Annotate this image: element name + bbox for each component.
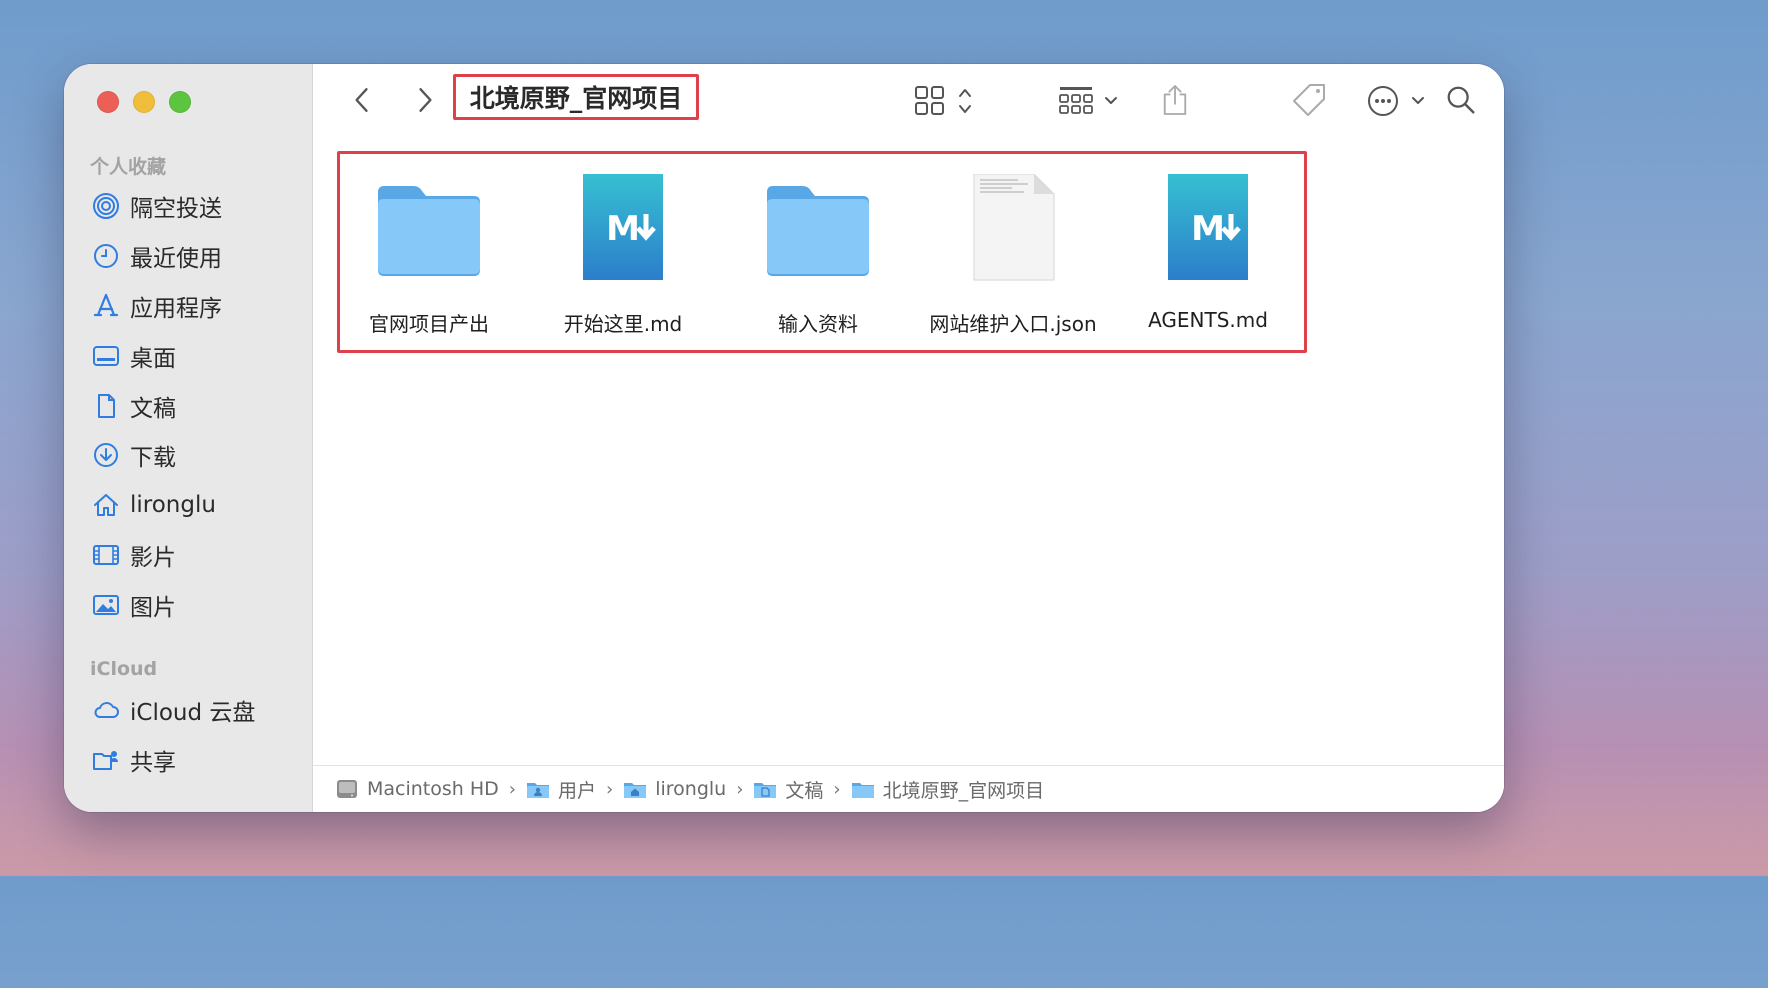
more-actions-button[interactable] bbox=[1365, 82, 1429, 120]
path-bar: Macintosh HD › 用户 › lironglu › 文稿 › 北境原野… bbox=[313, 765, 1504, 812]
path-label: 文稿 bbox=[785, 779, 824, 802]
group-icon bbox=[1059, 87, 1117, 114]
file-item-markdown[interactable]: M 开始这里.md bbox=[528, 174, 718, 337]
file-item-markdown[interactable]: M AGENTS.md bbox=[1113, 174, 1303, 332]
path-label: Macintosh HD bbox=[367, 778, 499, 800]
file-item-folder[interactable]: 输入资料 bbox=[723, 174, 913, 337]
chevron-right-icon: › bbox=[508, 778, 516, 800]
sidebar-item-label: iCloud 云盘 bbox=[130, 700, 256, 726]
sidebar-item-label: 应用程序 bbox=[130, 296, 222, 322]
minimize-button[interactable] bbox=[133, 91, 155, 113]
home-icon bbox=[94, 494, 118, 516]
path-item-documents[interactable]: 文稿 bbox=[753, 776, 823, 803]
sidebar-item-downloads[interactable]: 下载 bbox=[92, 435, 176, 475]
folder-icon bbox=[374, 174, 484, 284]
hard-drive-icon bbox=[337, 780, 357, 798]
back-button[interactable] bbox=[346, 82, 378, 118]
chevron-right-icon bbox=[419, 88, 432, 112]
search-button[interactable] bbox=[1441, 80, 1481, 120]
sidebar-item-label: 图片 bbox=[130, 595, 176, 621]
path-item-users[interactable]: 用户 bbox=[526, 776, 596, 803]
window-controls bbox=[97, 91, 191, 113]
home-folder-icon bbox=[624, 783, 647, 798]
path-item-current-folder[interactable]: 北境原野_官网项目 bbox=[851, 776, 1045, 803]
share-button[interactable] bbox=[1157, 80, 1193, 120]
svg-text:M: M bbox=[1191, 209, 1225, 249]
sidebar-item-label: 隔空投送 bbox=[130, 196, 222, 222]
path-label: lironglu bbox=[655, 778, 727, 800]
svg-text:M: M bbox=[606, 209, 640, 249]
shared-folder-icon bbox=[93, 751, 118, 770]
file-name: AGENTS.md bbox=[1148, 308, 1268, 332]
folder-icon bbox=[763, 174, 873, 284]
sidebar-item-recents[interactable]: 最近使用 bbox=[92, 236, 222, 276]
sidebar-item-label: lironglu bbox=[130, 492, 216, 518]
file-name: 开始这里.md bbox=[563, 312, 683, 336]
markdown-file-icon: M bbox=[568, 174, 678, 284]
sidebar-item-movies[interactable]: 影片 bbox=[92, 535, 176, 575]
main-content: 北境原野_官网项目 官网项目产出 M 开始这里.md 输入资料 网站维护入口.j… bbox=[313, 64, 1504, 812]
folder-title: 北境原野_官网项目 bbox=[453, 74, 699, 120]
file-name: 输入资料 bbox=[778, 312, 858, 336]
file-name: 官网项目产出 bbox=[369, 312, 489, 336]
path-item-macintosh-hd[interactable]: Macintosh HD bbox=[335, 777, 499, 801]
applications-icon bbox=[93, 293, 119, 317]
sidebar-item-label: 最近使用 bbox=[130, 246, 222, 272]
chevron-left-icon bbox=[355, 88, 368, 112]
view-mode-button[interactable] bbox=[913, 82, 977, 120]
path-item-home[interactable]: lironglu bbox=[623, 777, 726, 801]
markdown-file-icon: M bbox=[1153, 174, 1263, 284]
cloud-icon bbox=[94, 702, 119, 718]
sidebar-item-home[interactable]: lironglu bbox=[92, 485, 216, 525]
search-icon bbox=[1447, 86, 1475, 114]
ellipsis-circle-icon bbox=[1368, 86, 1424, 116]
sidebar: 个人收藏 隔空投送 最近使用 应用程序 桌面 文稿 下载 lironglu 影片… bbox=[64, 64, 313, 812]
finder-window: 个人收藏 隔空投送 最近使用 应用程序 桌面 文稿 下载 lironglu 影片… bbox=[64, 64, 1504, 812]
group-by-button[interactable] bbox=[1057, 82, 1123, 120]
icon-view-icon bbox=[915, 86, 971, 115]
zoom-button[interactable] bbox=[169, 91, 191, 113]
sidebar-item-documents[interactable]: 文稿 bbox=[92, 386, 176, 426]
download-icon bbox=[94, 443, 118, 467]
forward-button[interactable] bbox=[409, 82, 441, 118]
close-button[interactable] bbox=[97, 91, 119, 113]
file-name: 网站维护入口.json bbox=[929, 312, 1097, 336]
sidebar-item-applications[interactable]: 应用程序 bbox=[92, 286, 222, 326]
photo-icon bbox=[93, 595, 119, 615]
sidebar-item-pictures[interactable]: 图片 bbox=[92, 585, 176, 625]
sidebar-item-label: 下载 bbox=[130, 445, 176, 471]
share-icon bbox=[1163, 85, 1187, 115]
sidebar-item-label: 影片 bbox=[130, 545, 176, 571]
path-label: 用户 bbox=[557, 779, 596, 802]
generic-document-icon bbox=[958, 174, 1068, 284]
sidebar-item-label: 文稿 bbox=[130, 396, 176, 422]
airdrop-icon bbox=[93, 193, 119, 219]
documents-folder-icon bbox=[754, 783, 777, 798]
sidebar-section-icloud: iCloud bbox=[90, 658, 158, 680]
file-item-document[interactable]: 网站维护入口.json bbox=[918, 174, 1108, 337]
desktop-icon bbox=[93, 346, 119, 366]
users-folder-icon bbox=[526, 783, 549, 798]
sidebar-item-airdrop[interactable]: 隔空投送 bbox=[92, 186, 222, 226]
sidebar-item-label: 共享 bbox=[130, 750, 176, 776]
sidebar-item-icloud-drive[interactable]: iCloud 云盘 bbox=[92, 690, 255, 730]
file-item-folder[interactable]: 官网项目产出 bbox=[334, 174, 524, 337]
tag-button[interactable] bbox=[1289, 80, 1329, 120]
film-icon bbox=[93, 545, 119, 565]
chevron-right-icon: › bbox=[606, 778, 614, 800]
clock-icon bbox=[94, 244, 118, 268]
sidebar-item-label: 桌面 bbox=[130, 346, 176, 372]
sidebar-item-shared[interactable]: 共享 bbox=[92, 740, 176, 780]
file-grid: 官网项目产出 M 开始这里.md 输入资料 网站维护入口.json M AGEN… bbox=[337, 151, 1307, 353]
tag-icon bbox=[1293, 84, 1325, 116]
chevron-right-icon: › bbox=[833, 778, 841, 800]
path-label: 北境原野_官网项目 bbox=[882, 779, 1045, 802]
chevron-right-icon: › bbox=[736, 778, 744, 800]
folder-icon bbox=[851, 783, 874, 798]
document-icon bbox=[98, 394, 115, 418]
sidebar-section-favorites: 个人收藏 bbox=[90, 156, 167, 178]
sidebar-item-desktop[interactable]: 桌面 bbox=[92, 336, 176, 376]
